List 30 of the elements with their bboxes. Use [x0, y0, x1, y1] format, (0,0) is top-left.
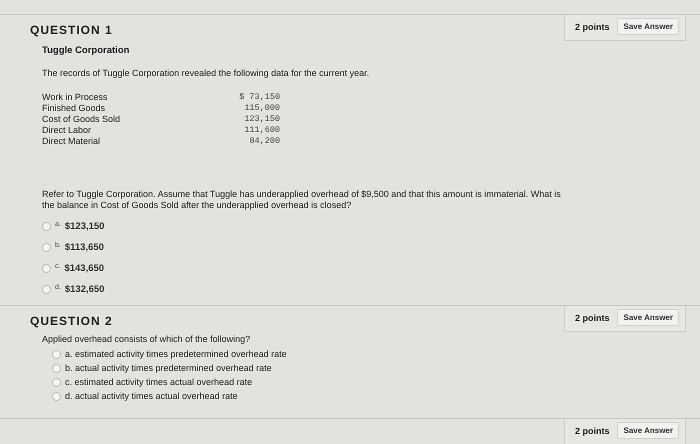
question-heading: Tuggle Corporation: [42, 45, 130, 56]
option-text: $132,650: [64, 284, 104, 295]
data-label: Direct Labor: [42, 125, 92, 136]
option-text: $143,650: [64, 263, 104, 274]
option-text: $123,150: [64, 221, 104, 232]
save-answer-button[interactable]: Save Answer: [617, 18, 679, 35]
save-answer-button[interactable]: Save Answer: [617, 309, 679, 326]
data-value: 123,150: [243, 114, 280, 125]
question-prompt: Applied overhead consists of which of the following?: [42, 334, 252, 345]
option-text: a. estimated activity times predetermined overhead rate: [65, 349, 287, 359]
intro-text: The records of Tuggle Corporation revealed the following data for the current year.: [42, 68, 370, 78]
data-label: Direct Material: [42, 136, 102, 147]
option-text: c. estimated activity times actual overhead rate: [65, 377, 252, 387]
data-value: $ 73,150: [238, 92, 280, 103]
data-label: Cost of Goods Sold: [42, 114, 120, 125]
question-prompt: Refer to Tuggle Corporation. Assume that Tuggle has underapplied overhead of $9,500 and that this amount is immaterial. What is the balance in Cost of Goods Sold after the underapplied overhead is closed?: [42, 189, 562, 211]
data-value: 115,000: [243, 103, 280, 114]
option-text: $113,650: [64, 242, 104, 253]
question-title: QUESTION 2: [30, 314, 113, 328]
data-value: 111,600: [243, 125, 280, 136]
points-label: 2 points: [574, 312, 610, 322]
option-text: b. actual activity times predetermined overhead rate: [65, 363, 272, 373]
data-value: 84,200: [248, 136, 280, 147]
points-label: 2 points: [574, 426, 610, 436]
points-label: 2 points: [574, 22, 610, 32]
data-label: Work in Process: [42, 92, 108, 103]
option-text: d. actual activity times actual overhead rate: [65, 391, 238, 401]
data-label: Finished Goods: [42, 103, 106, 114]
question-title: QUESTION 1: [30, 23, 113, 37]
save-answer-button[interactable]: Save Answer: [617, 422, 679, 439]
